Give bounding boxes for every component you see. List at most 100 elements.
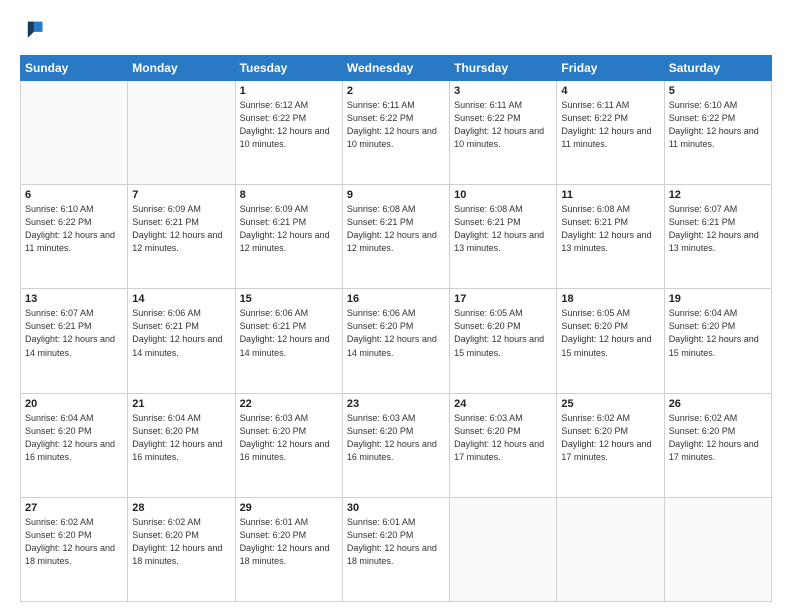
calendar-cell: 2Sunrise: 6:11 AM Sunset: 6:22 PM Daylig… [342, 81, 449, 185]
day-number: 18 [561, 293, 659, 305]
calendar-cell [664, 497, 771, 601]
calendar-cell [21, 81, 128, 185]
day-detail: Sunrise: 6:04 AM Sunset: 6:20 PM Dayligh… [132, 412, 230, 464]
day-detail: Sunrise: 6:09 AM Sunset: 6:21 PM Dayligh… [132, 203, 230, 255]
day-number: 21 [132, 398, 230, 410]
day-number: 11 [561, 189, 659, 201]
weekday-header-friday: Friday [557, 56, 664, 81]
calendar-cell: 8Sunrise: 6:09 AM Sunset: 6:21 PM Daylig… [235, 185, 342, 289]
day-detail: Sunrise: 6:11 AM Sunset: 6:22 PM Dayligh… [561, 99, 659, 151]
calendar-cell: 29Sunrise: 6:01 AM Sunset: 6:20 PM Dayli… [235, 497, 342, 601]
day-number: 3 [454, 85, 552, 97]
page: SundayMondayTuesdayWednesdayThursdayFrid… [0, 0, 792, 612]
calendar-cell: 15 Sunrise: 6:06 AM Sunset: 6:21 PM Dayli… [235, 289, 342, 393]
calendar-cell: 27Sunrise: 6:02 AM Sunset: 6:20 PM Dayli… [21, 497, 128, 601]
day-detail: Sunrise: 6:10 AM Sunset: 6:22 PM Dayligh… [25, 203, 123, 255]
calendar-cell: 22 Sunrise: 6:03 AM Sunset: 6:20 PM Dayli… [235, 393, 342, 497]
day-number: 26 [669, 398, 767, 410]
calendar-week-1: 1 Sunrise: 6:12 AM Sunset: 6:22 PM Daylig… [21, 81, 772, 185]
calendar-cell: 13 Sunrise: 6:07 AM Sunset: 6:21 PM Dayli… [21, 289, 128, 393]
day-number: 5 [669, 85, 767, 97]
calendar-cell: 23 Sunrise: 6:03 AM Sunset: 6:20 PM Dayli… [342, 393, 449, 497]
day-detail: Sunrise: 6:12 AM Sunset: 6:22 PM Dayligh… [240, 99, 338, 151]
day-number: 4 [561, 85, 659, 97]
day-number: 24 [454, 398, 552, 410]
weekday-header-sunday: Sunday [21, 56, 128, 81]
calendar-week-3: 13 Sunrise: 6:07 AM Sunset: 6:21 PM Dayli… [21, 289, 772, 393]
day-detail: Sunrise: 6:02 AM Sunset: 6:20 PM Dayligh… [669, 412, 767, 464]
day-number: 22 [240, 398, 338, 410]
calendar-cell: 3 Sunrise: 6:11 AM Sunset: 6:22 PM Daylig… [450, 81, 557, 185]
calendar-cell: 24 Sunrise: 6:03 AM Sunset: 6:20 PM Dayli… [450, 393, 557, 497]
day-number: 23 [347, 398, 445, 410]
calendar-week-4: 20 Sunrise: 6:04 AM Sunset: 6:20 PM Dayli… [21, 393, 772, 497]
day-detail: Sunrise: 6:03 AM Sunset: 6:20 PM Dayligh… [347, 412, 445, 464]
day-detail: Sunrise: 6:09 AM Sunset: 6:21 PM Dayligh… [240, 203, 338, 255]
day-number: 30 [347, 502, 445, 514]
logo-icon [22, 18, 44, 40]
day-number: 14 [132, 293, 230, 305]
calendar-cell: 1 Sunrise: 6:12 AM Sunset: 6:22 PM Daylig… [235, 81, 342, 185]
day-detail: Sunrise: 6:03 AM Sunset: 6:20 PM Dayligh… [454, 412, 552, 464]
day-number: 6 [25, 189, 123, 201]
calendar-cell: 25 Sunrise: 6:02 AM Sunset: 6:20 PM Dayli… [557, 393, 664, 497]
calendar-cell [128, 81, 235, 185]
calendar-cell: 26 Sunrise: 6:02 AM Sunset: 6:20 PM Dayli… [664, 393, 771, 497]
day-detail: Sunrise: 6:08 AM Sunset: 6:21 PM Dayligh… [561, 203, 659, 255]
day-detail: Sunrise: 6:01 AM Sunset: 6:20 PM Dayligh… [347, 516, 445, 568]
calendar-cell: 19Sunrise: 6:04 AM Sunset: 6:20 PM Dayli… [664, 289, 771, 393]
weekday-header-monday: Monday [128, 56, 235, 81]
day-number: 19 [669, 293, 767, 305]
calendar-cell: 4 Sunrise: 6:11 AM Sunset: 6:22 PM Daylig… [557, 81, 664, 185]
day-detail: Sunrise: 6:07 AM Sunset: 6:21 PM Dayligh… [669, 203, 767, 255]
calendar-cell: 14 Sunrise: 6:06 AM Sunset: 6:21 PM Dayli… [128, 289, 235, 393]
day-number: 12 [669, 189, 767, 201]
calendar-cell [557, 497, 664, 601]
day-number: 20 [25, 398, 123, 410]
day-number: 7 [132, 189, 230, 201]
calendar-cell: 18 Sunrise: 6:05 AM Sunset: 6:20 PM Dayli… [557, 289, 664, 393]
calendar-cell: 7 Sunrise: 6:09 AM Sunset: 6:21 PM Daylig… [128, 185, 235, 289]
calendar-cell: 5 Sunrise: 6:10 AM Sunset: 6:22 PM Daylig… [664, 81, 771, 185]
logo [20, 18, 46, 45]
calendar-cell: 20 Sunrise: 6:04 AM Sunset: 6:20 PM Dayli… [21, 393, 128, 497]
day-detail: Sunrise: 6:10 AM Sunset: 6:22 PM Dayligh… [669, 99, 767, 151]
day-detail: Sunrise: 6:03 AM Sunset: 6:20 PM Dayligh… [240, 412, 338, 464]
header [20, 18, 772, 45]
day-number: 10 [454, 189, 552, 201]
day-number: 1 [240, 85, 338, 97]
day-number: 13 [25, 293, 123, 305]
weekday-header-saturday: Saturday [664, 56, 771, 81]
day-detail: Sunrise: 6:08 AM Sunset: 6:21 PM Dayligh… [347, 203, 445, 255]
day-detail: Sunrise: 6:06 AM Sunset: 6:21 PM Dayligh… [240, 307, 338, 359]
calendar-cell: 17Sunrise: 6:05 AM Sunset: 6:20 PM Dayli… [450, 289, 557, 393]
day-detail: Sunrise: 6:06 AM Sunset: 6:21 PM Dayligh… [132, 307, 230, 359]
calendar-cell: 30 Sunrise: 6:01 AM Sunset: 6:20 PM Dayli… [342, 497, 449, 601]
calendar-cell: 28Sunrise: 6:02 AM Sunset: 6:20 PM Dayli… [128, 497, 235, 601]
calendar-table: SundayMondayTuesdayWednesdayThursdayFrid… [20, 55, 772, 602]
day-detail: Sunrise: 6:06 AM Sunset: 6:20 PM Dayligh… [347, 307, 445, 359]
calendar-cell: 9 Sunrise: 6:08 AM Sunset: 6:21 PM Daylig… [342, 185, 449, 289]
day-detail: Sunrise: 6:11 AM Sunset: 6:22 PM Dayligh… [454, 99, 552, 151]
calendar-cell: 6 Sunrise: 6:10 AM Sunset: 6:22 PM Daylig… [21, 185, 128, 289]
day-number: 27 [25, 502, 123, 514]
day-detail: Sunrise: 6:02 AM Sunset: 6:20 PM Dayligh… [561, 412, 659, 464]
day-number: 25 [561, 398, 659, 410]
day-detail: Sunrise: 6:05 AM Sunset: 6:20 PM Dayligh… [561, 307, 659, 359]
day-detail: Sunrise: 6:07 AM Sunset: 6:21 PM Dayligh… [25, 307, 123, 359]
calendar-cell: 21 Sunrise: 6:04 AM Sunset: 6:20 PM Dayli… [128, 393, 235, 497]
day-number: 9 [347, 189, 445, 201]
calendar-cell: 10 Sunrise: 6:08 AM Sunset: 6:21 PM Dayli… [450, 185, 557, 289]
day-number: 17 [454, 293, 552, 305]
day-detail: Sunrise: 6:04 AM Sunset: 6:20 PM Dayligh… [25, 412, 123, 464]
calendar-week-5: 27Sunrise: 6:02 AM Sunset: 6:20 PM Dayli… [21, 497, 772, 601]
day-detail: Sunrise: 6:08 AM Sunset: 6:21 PM Dayligh… [454, 203, 552, 255]
calendar-cell [450, 497, 557, 601]
day-detail: Sunrise: 6:01 AM Sunset: 6:20 PM Dayligh… [240, 516, 338, 568]
day-number: 2 [347, 85, 445, 97]
calendar-cell: 11 Sunrise: 6:08 AM Sunset: 6:21 PM Dayli… [557, 185, 664, 289]
day-number: 28 [132, 502, 230, 514]
weekday-header-wednesday: Wednesday [342, 56, 449, 81]
day-number: 15 [240, 293, 338, 305]
weekday-header-thursday: Thursday [450, 56, 557, 81]
